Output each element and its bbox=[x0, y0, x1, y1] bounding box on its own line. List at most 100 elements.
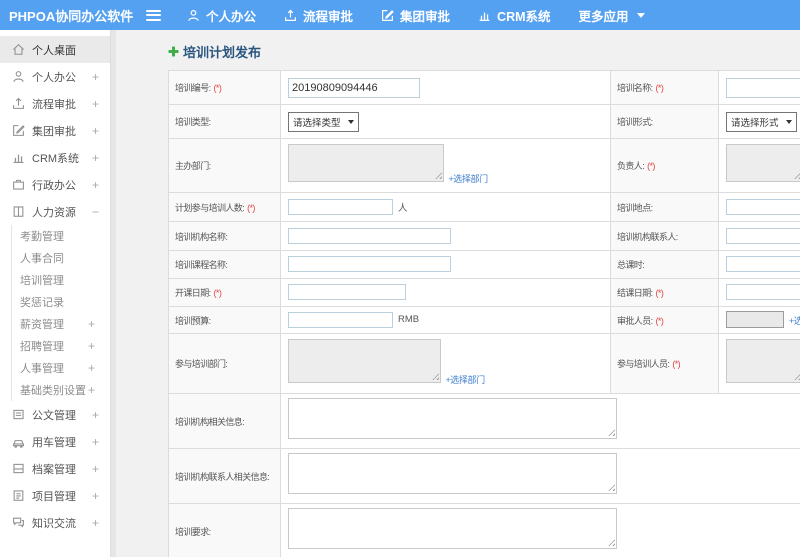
join-dept-textarea[interactable] bbox=[288, 339, 441, 383]
user-icon bbox=[187, 9, 200, 22]
field-label-org-contact: 培训机构联系人: bbox=[610, 221, 719, 251]
sidebar-item-personal-desktop[interactable]: 个人桌面 bbox=[0, 36, 110, 63]
form-row: 培训要求: bbox=[168, 503, 800, 557]
expand-plus-icon[interactable]: + bbox=[92, 97, 99, 111]
host-dept-textarea[interactable] bbox=[288, 144, 444, 182]
sidebar-item-flow-approval[interactable]: 流程审批 + bbox=[0, 90, 110, 117]
expand-plus-icon[interactable]: + bbox=[92, 435, 99, 449]
expand-plus-icon[interactable]: + bbox=[92, 408, 99, 422]
start-date-input[interactable] bbox=[288, 284, 406, 301]
form-row: 参与培训部门: +选择部门 参与培训人员:(*) +选择参与人员 bbox=[168, 333, 800, 394]
field-label-end-date: 结课日期: (*) bbox=[610, 278, 719, 307]
nav-crm[interactable]: CRM系统 bbox=[478, 6, 551, 25]
sidebar-subitem-reward-record[interactable]: 奖惩记录 bbox=[20, 291, 110, 313]
expand-plus-icon[interactable]: + bbox=[88, 361, 95, 375]
page-title: 培训计划发布 bbox=[168, 42, 800, 61]
briefcase-icon bbox=[12, 178, 25, 191]
expand-plus-icon[interactable]: + bbox=[92, 151, 99, 165]
top-bar: PHPOA协同办公软件 个人办公 流程审批 集团审批 CRM系统 更多应用 bbox=[0, 0, 800, 30]
sidebar-subitem-base-category[interactable]: 基础类别设置 + bbox=[20, 379, 110, 401]
leader-textarea[interactable] bbox=[726, 144, 800, 182]
approver-readonly-box bbox=[726, 311, 784, 329]
sidebar-item-vehicle[interactable]: 用车管理 + bbox=[0, 428, 110, 455]
expand-plus-icon[interactable]: + bbox=[92, 516, 99, 530]
sidebar-item-hr[interactable]: 人力资源 − bbox=[0, 198, 110, 225]
training-mode-select[interactable]: 请选择形式 bbox=[726, 111, 797, 132]
training-type-select[interactable]: 请选择类型 bbox=[288, 111, 359, 132]
hamburger-menu-icon[interactable] bbox=[146, 9, 161, 21]
sidebar-item-admin-office[interactable]: 行政办公 + bbox=[0, 171, 110, 198]
expand-plus-icon[interactable]: + bbox=[88, 339, 95, 353]
form-row: 主办部门: +选择部门 负责人:(*) +选择负责人 bbox=[168, 138, 800, 193]
nav-more-apps[interactable]: 更多应用 bbox=[579, 6, 645, 25]
sidebar: 个人桌面 个人办公 + 流程审批 + 集团审批 + CRM系统 + 行政办公 +… bbox=[0, 30, 110, 557]
join-users-textarea[interactable] bbox=[726, 339, 800, 383]
training-no-input[interactable] bbox=[288, 77, 420, 98]
total-hours-input[interactable] bbox=[726, 256, 800, 273]
caret-down-icon bbox=[347, 119, 354, 124]
sidebar-item-group-approval[interactable]: 集团审批 + bbox=[0, 117, 110, 144]
green-plus-icon bbox=[168, 46, 179, 57]
nav-label: 个人办公 bbox=[206, 9, 257, 24]
end-date-input[interactable] bbox=[726, 284, 800, 301]
app-logo: PHPOA协同办公软件 bbox=[9, 8, 134, 24]
chart-icon bbox=[478, 9, 491, 22]
select-dept-link[interactable]: +选择部门 bbox=[448, 172, 488, 185]
select-approver-link[interactable]: +选择审批人员 bbox=[789, 316, 800, 326]
caret-down-icon bbox=[785, 119, 792, 124]
budget-input[interactable] bbox=[288, 311, 393, 328]
main-content: 培训计划发布 培训编号:(*) 培训名称:(*) 培训类型: 请选择类型 培训形… bbox=[116, 30, 800, 557]
nav-label: 更多应用 bbox=[578, 9, 629, 24]
planned-count-input[interactable] bbox=[288, 198, 393, 215]
edit-icon bbox=[381, 9, 394, 22]
org-contact-input[interactable] bbox=[726, 227, 800, 244]
expand-plus-icon[interactable]: + bbox=[88, 317, 95, 331]
sidebar-subitem-training[interactable]: 培训管理 bbox=[20, 269, 110, 291]
nav-group-approval[interactable]: 集团审批 bbox=[381, 6, 450, 25]
nav-flow-approval[interactable]: 流程审批 bbox=[284, 6, 353, 25]
form-row: 培训课程名称: 总课时: bbox=[168, 250, 800, 279]
expand-plus-icon[interactable]: + bbox=[88, 383, 95, 397]
sidebar-item-personal-office[interactable]: 个人办公 + bbox=[0, 63, 110, 90]
org-info-textarea[interactable] bbox=[288, 398, 617, 439]
edit-icon bbox=[12, 124, 25, 137]
top-nav: 个人办公 流程审批 集团审批 CRM系统 更多应用 bbox=[187, 6, 645, 25]
sidebar-subitem-recruit[interactable]: 招聘管理 + bbox=[20, 335, 110, 357]
org-name-input[interactable] bbox=[288, 227, 451, 244]
field-label-leader: 负责人: (*) bbox=[610, 138, 719, 193]
expand-plus-icon[interactable]: + bbox=[92, 124, 99, 138]
sidebar-subitem-hr-manage[interactable]: 人事管理 + bbox=[20, 357, 110, 379]
sidebar-subitem-salary[interactable]: 薪资管理 + bbox=[20, 313, 110, 335]
sidebar-item-label: 个人桌面 bbox=[32, 44, 76, 57]
sidebar-item-project[interactable]: 项目管理 + bbox=[0, 482, 110, 509]
expand-plus-icon[interactable]: + bbox=[92, 70, 99, 84]
expand-plus-icon[interactable]: + bbox=[92, 462, 99, 476]
sidebar-item-archive[interactable]: 档案管理 + bbox=[0, 455, 110, 482]
field-label-approver: 审批人员: (*) bbox=[610, 306, 719, 334]
field-label-no: 培训编号: (*) bbox=[168, 70, 281, 105]
form-row: 培训机构联系人相关信息: bbox=[168, 448, 800, 504]
unit-suffix: 人 bbox=[398, 202, 408, 214]
nav-label: CRM系统 bbox=[497, 9, 551, 24]
sidebar-subitem-attendance[interactable]: 考勤管理 bbox=[20, 225, 110, 247]
nav-personal-office[interactable]: 个人办公 bbox=[187, 6, 256, 25]
training-name-input[interactable] bbox=[726, 77, 800, 98]
sidebar-item-knowledge[interactable]: 知识交流 + bbox=[0, 509, 110, 536]
page-title-text: 培训计划发布 bbox=[183, 45, 262, 60]
expand-plus-icon[interactable]: + bbox=[92, 178, 99, 192]
requirement-textarea[interactable] bbox=[288, 508, 617, 549]
select-join-dept-link[interactable]: +选择部门 bbox=[445, 373, 485, 386]
course-name-input[interactable] bbox=[288, 256, 451, 273]
expand-plus-icon[interactable]: + bbox=[92, 489, 99, 503]
flow-icon bbox=[12, 97, 25, 110]
collapse-minus-icon[interactable]: − bbox=[92, 205, 99, 219]
sidebar-item-crm[interactable]: CRM系统 + bbox=[0, 144, 110, 171]
sidebar-item-official-doc[interactable]: 公文管理 + bbox=[0, 401, 110, 428]
document-icon bbox=[12, 408, 25, 421]
field-label-course: 培训课程名称: bbox=[168, 250, 281, 279]
org-contact-info-textarea[interactable] bbox=[288, 453, 617, 494]
sidebar-subitem-hr-contract[interactable]: 人事合同 bbox=[20, 247, 110, 269]
training-plan-form: 培训编号:(*) 培训名称:(*) 培训类型: 请选择类型 培训形式: 请选择形… bbox=[168, 70, 800, 557]
field-label-dept: 主办部门: bbox=[168, 138, 281, 193]
training-place-input[interactable] bbox=[726, 198, 800, 215]
